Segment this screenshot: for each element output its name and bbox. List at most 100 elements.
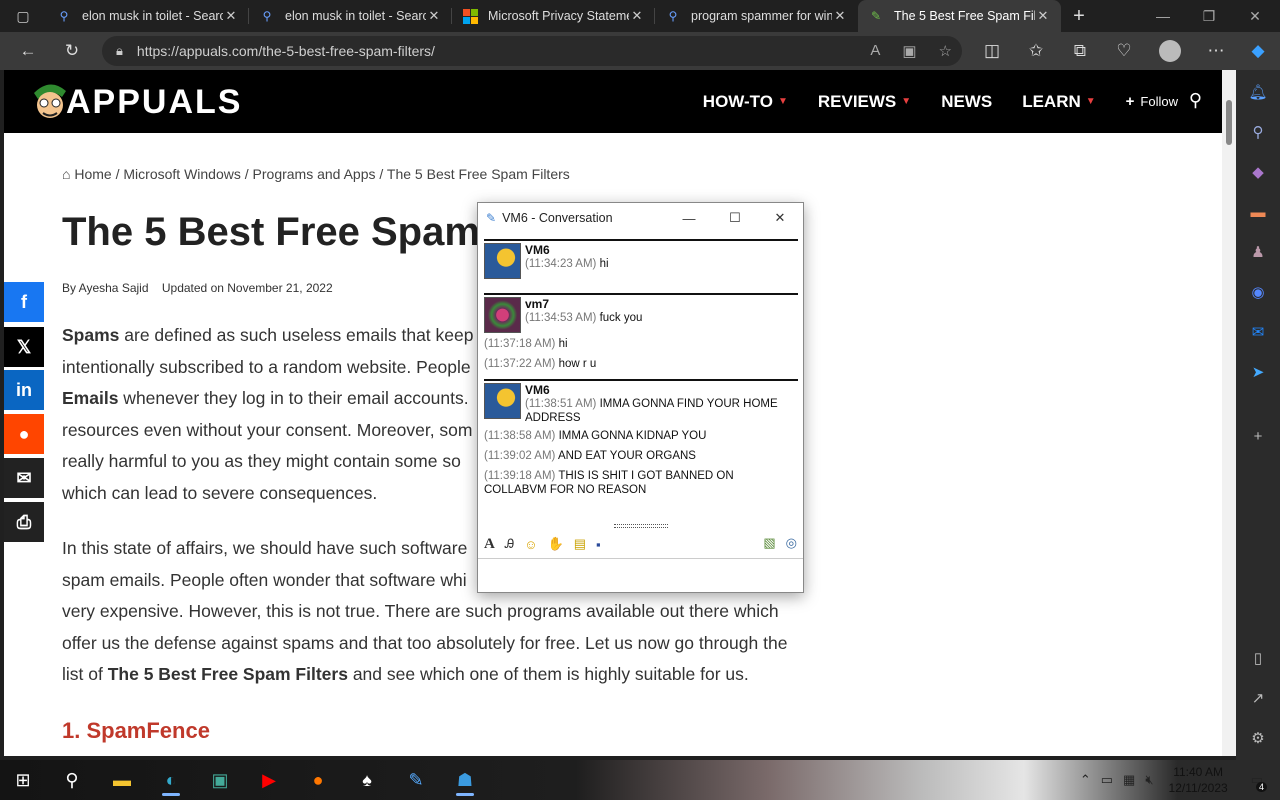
tag-icon[interactable]: ◆ bbox=[1248, 162, 1268, 182]
clock[interactable]: 11:40 AM 12/11/2023 bbox=[1169, 764, 1228, 796]
solitaire-icon[interactable]: ♠ bbox=[348, 764, 386, 796]
toolbox-icon[interactable]: ▬ bbox=[1248, 202, 1268, 222]
chat-maximize-icon[interactable]: ☐ bbox=[712, 203, 758, 233]
breadcrumb-programs[interactable]: Programs and Apps bbox=[253, 166, 376, 182]
clipboard-icon[interactable]: ▧ bbox=[763, 535, 775, 551]
tab-1[interactable]: ⚲ elon musk in toilet - Search ✕ bbox=[46, 0, 249, 32]
page-scrollbar[interactable] bbox=[1222, 70, 1236, 756]
new-tab-button[interactable]: + bbox=[1061, 0, 1097, 32]
nav-how-to[interactable]: HOW-TO ▼ bbox=[703, 92, 788, 112]
reddit-share-icon[interactable]: ● bbox=[4, 414, 44, 454]
restore-icon[interactable]: ❐ bbox=[1186, 0, 1232, 32]
tab-3[interactable]: Microsoft Privacy Statement ✕ bbox=[452, 0, 655, 32]
timestamp: (11:37:18 AM) bbox=[484, 338, 556, 350]
chat-minimize-icon[interactable]: — bbox=[666, 203, 712, 233]
chevron-up-icon[interactable]: ⌃ bbox=[1080, 772, 1091, 788]
network-icon[interactable]: ▦ bbox=[1123, 772, 1135, 788]
tab-2[interactable]: ⚲ elon musk in toilet - Search ✕ bbox=[249, 0, 452, 32]
profile-avatar[interactable] bbox=[1150, 35, 1190, 67]
games-icon[interactable]: ♟ bbox=[1248, 242, 1268, 262]
youtube-icon[interactable]: ▶ bbox=[250, 764, 288, 796]
nudge-icon[interactable]: ✋ bbox=[548, 536, 564, 552]
nav-reviews[interactable]: REVIEWS ▼ bbox=[818, 92, 911, 112]
nav-news[interactable]: NEWS bbox=[941, 92, 992, 112]
paint-icon[interactable]: ✎ bbox=[397, 764, 435, 796]
back-arrow-icon[interactable]: ← bbox=[8, 35, 48, 67]
close-icon[interactable]: ✕ bbox=[832, 8, 848, 24]
settings-gear-icon[interactable]: ⚙ bbox=[1248, 728, 1268, 748]
resize-grip[interactable] bbox=[614, 524, 668, 528]
search-icon[interactable]: ⚲ bbox=[1248, 122, 1268, 142]
save-icon[interactable]: ▪ bbox=[596, 537, 601, 552]
email-share-icon[interactable]: ✉ bbox=[4, 458, 44, 498]
close-window-icon[interactable]: ✕ bbox=[1232, 0, 1278, 32]
messenger-taskbar-icon[interactable]: ☗ bbox=[446, 764, 484, 796]
message-input[interactable] bbox=[478, 558, 803, 592]
edge-icon[interactable]: ◐ bbox=[152, 764, 190, 796]
favorites-icon[interactable]: ✩ bbox=[1016, 35, 1056, 67]
smiley-icon[interactable]: ☺ bbox=[524, 537, 537, 552]
breadcrumb-windows[interactable]: Microsoft Windows bbox=[123, 166, 240, 182]
close-icon[interactable]: ✕ bbox=[629, 8, 645, 24]
split-screen-icon[interactable]: ◫ bbox=[972, 35, 1012, 67]
file-transfer-icon[interactable]: ▤ bbox=[574, 536, 586, 552]
microsoft365-icon[interactable]: ◉ bbox=[1248, 282, 1268, 302]
chat-close-icon[interactable]: ✕ bbox=[757, 203, 803, 233]
tab-4[interactable]: ⚲ program spammer for windows ✕ bbox=[655, 0, 858, 32]
add-icon[interactable]: + bbox=[1248, 426, 1268, 446]
close-icon[interactable]: ✕ bbox=[223, 8, 239, 24]
address-bar[interactable]: 🔒︎ https://appuals.com/the-5-best-free-s… bbox=[102, 36, 962, 66]
sidebar-layout-icon[interactable]: ▯ bbox=[1248, 648, 1268, 668]
display-icon[interactable]: ▭ bbox=[1101, 772, 1113, 788]
linkedin-share-icon[interactable]: in bbox=[4, 370, 44, 410]
x-share-icon[interactable]: 𝕏 bbox=[4, 327, 44, 367]
volume-muted-icon[interactable]: 🔇︎ bbox=[1145, 772, 1153, 788]
font-color-icon[interactable]: Ꭿ bbox=[505, 536, 514, 552]
follow-button[interactable]: + Follow bbox=[1126, 93, 1178, 110]
text: In this state of affairs, we should have… bbox=[62, 538, 468, 558]
store-icon[interactable]: ▣ bbox=[201, 764, 239, 796]
drop-icon[interactable]: ➤ bbox=[1248, 362, 1268, 382]
close-icon[interactable]: ✕ bbox=[1035, 8, 1051, 24]
immersive-reader-icon[interactable]: ▣ bbox=[902, 42, 916, 60]
notification-center-icon[interactable]: ▭ 4 bbox=[1251, 772, 1267, 792]
chat-log[interactable]: VM6 (11:34:23 AM) hi vm7 (11:34:53 AM) f… bbox=[484, 239, 798, 523]
message-text: fuck you bbox=[599, 312, 643, 324]
search-icon[interactable]: ⚲ bbox=[53, 764, 91, 796]
site-logo[interactable]: APPUALS bbox=[28, 74, 242, 130]
minimize-icon[interactable]: — bbox=[1140, 0, 1186, 32]
firefox-icon[interactable]: ● bbox=[299, 764, 337, 796]
collections-icon[interactable]: ⧉ bbox=[1060, 35, 1100, 67]
external-link-icon[interactable]: ↗ bbox=[1248, 688, 1268, 708]
tab-5-active[interactable]: ✎ The 5 Best Free Spam Filters ✕ bbox=[858, 0, 1061, 32]
chat-titlebar[interactable]: ✎ VM6 - Conversation — ☐ ✕ bbox=[478, 203, 803, 233]
facebook-share-icon[interactable]: f bbox=[4, 282, 44, 322]
nav-learn[interactable]: LEARN ▼ bbox=[1022, 92, 1095, 112]
author[interactable]: By Ayesha Sajid bbox=[62, 281, 149, 295]
close-icon[interactable]: ✕ bbox=[426, 8, 442, 24]
timestamp: (11:38:51 AM) bbox=[525, 398, 597, 410]
font-icon[interactable]: A bbox=[484, 536, 495, 553]
outlook-icon[interactable]: ✉ bbox=[1248, 322, 1268, 342]
send-icon[interactable]: ◎ bbox=[786, 535, 797, 551]
refresh-icon[interactable]: ↻ bbox=[52, 35, 92, 67]
file-explorer-icon[interactable]: ▬ bbox=[103, 764, 141, 796]
breadcrumb-home[interactable]: Home bbox=[74, 166, 111, 182]
search-icon: ⚲ bbox=[59, 9, 69, 23]
site-search-icon[interactable]: ⚲ bbox=[1189, 90, 1202, 111]
copilot-icon[interactable]: ◆ bbox=[1238, 35, 1278, 67]
read-aloud-icon[interactable]: A bbox=[870, 42, 880, 60]
notification-bell-icon[interactable]: 🔔︎ bbox=[1248, 82, 1268, 102]
windows-start-icon[interactable]: ⊞ bbox=[4, 764, 42, 796]
main-nav: HOW-TO ▼ REVIEWS ▼ NEWS LEARN ▼ + Follow bbox=[703, 70, 1178, 133]
performance-icon[interactable]: ♡ bbox=[1104, 35, 1144, 67]
scrollbar-thumb[interactable] bbox=[1226, 100, 1232, 145]
tab-actions-icon[interactable]: ▢ bbox=[0, 0, 46, 32]
edge-sidebar: 🔔︎ ⚲ ◆ ▬ ♟ ◉ ✉ ➤ + ▯ ↗ ⚙ bbox=[1236, 70, 1280, 760]
more-options-icon[interactable]: ⋯ bbox=[1196, 35, 1236, 67]
lock-icon[interactable]: 🔒︎ bbox=[116, 43, 123, 59]
breadcrumb-current[interactable]: The 5 Best Free Spam Filters bbox=[387, 166, 570, 182]
favorite-star-icon[interactable]: ☆ bbox=[939, 42, 952, 60]
microsoft-logo-icon bbox=[462, 8, 478, 24]
print-icon[interactable]: ⎙ bbox=[4, 502, 44, 542]
